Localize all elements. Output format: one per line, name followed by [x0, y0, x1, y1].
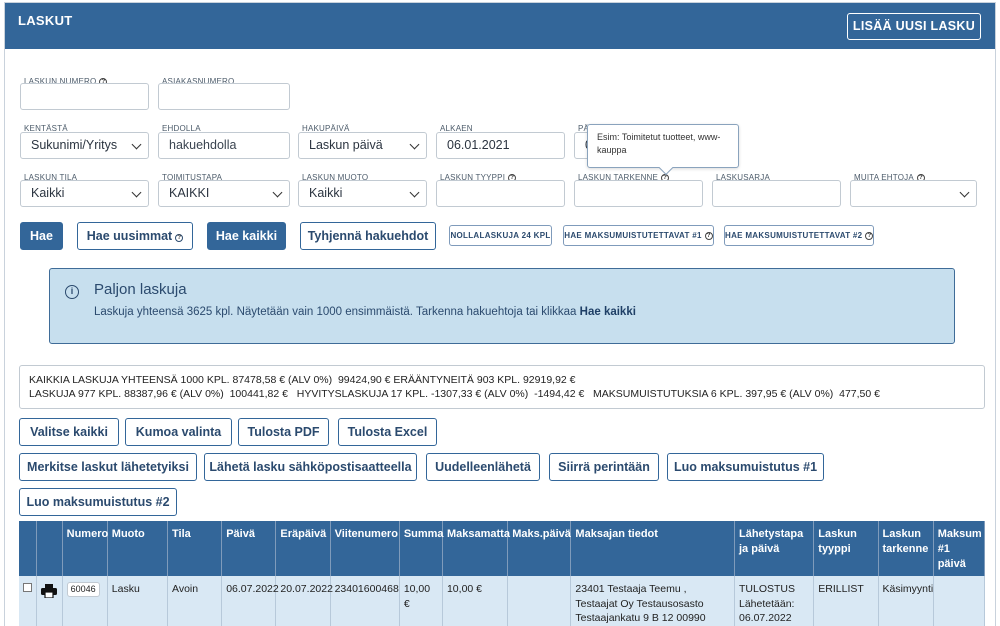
create-reminder1-button[interactable]: Luo maksumuistutus #1: [667, 453, 824, 481]
col-print: [36, 521, 63, 576]
col-makspaiva[interactable]: Maks.päivä: [507, 521, 572, 576]
help-icon: ?: [704, 232, 713, 240]
search-button[interactable]: Hae: [20, 222, 63, 250]
field-select-value: Sukunimi/Yritys: [31, 138, 118, 152]
col-maksajan-tiedot[interactable]: Maksajan tiedot: [570, 521, 735, 576]
other-select[interactable]: [850, 180, 977, 207]
type-input[interactable]: [436, 180, 565, 207]
col-summa[interactable]: Summa: [399, 521, 444, 576]
chevron-down-icon: [959, 187, 970, 198]
col-numero[interactable]: Numero: [62, 521, 108, 576]
col-muoto[interactable]: Muoto: [107, 521, 169, 576]
col-lahetystapa[interactable]: Lähetystapa ja päivä: [734, 521, 815, 576]
move-to-collection-button[interactable]: Siirrä perintään: [549, 453, 659, 481]
print-excel-button[interactable]: Tulosta Excel: [338, 418, 437, 446]
fetch-reminder2-label: HAE MAKSUMUISTUTETTAVAT #2: [725, 231, 863, 240]
row-maksamatta: 10,00 €: [442, 576, 509, 626]
row-paiva: 06.07.2022: [221, 576, 279, 626]
row-tarkenne: Käsimyynti: [878, 576, 934, 626]
page-title: LASKUT: [18, 13, 73, 28]
table-header-row: Numero Muoto Tila Päivä Eräpäivä Viitenu…: [19, 521, 986, 576]
col-laskun-tarkenne[interactable]: Laskun tarkenne: [878, 521, 934, 576]
col-viitenumero[interactable]: Viitenumero: [330, 521, 400, 576]
row-erapaiva: 20.07.2022: [275, 576, 333, 626]
field-select[interactable]: Sukunimi/Yritys: [20, 132, 149, 159]
info-icon: i: [65, 285, 79, 299]
help-icon: ?: [175, 234, 184, 242]
delivery-value: KAIKKI: [169, 186, 210, 200]
invoice-number-field[interactable]: [20, 83, 149, 110]
row-muoto: Lasku: [107, 576, 169, 626]
summary-line-2: LASKUJA 977 KPL. 88387,96 € (ALV 0%) 100…: [29, 388, 880, 400]
chevron-down-icon: [131, 187, 142, 198]
row-checkbox-cell: [19, 576, 37, 626]
alert-title: Paljon laskuja: [94, 281, 187, 298]
col-erapaiva[interactable]: Eräpäivä: [275, 521, 331, 576]
totals-summary: KAIKKIA LASKUJA YHTEENSÄ 1000 KPL. 87478…: [19, 365, 985, 409]
from-date-input[interactable]: 06.01.2021: [436, 132, 565, 159]
table-row[interactable]: 60046 Lasku Avoin 06.07.2022 20.07.2022 …: [19, 576, 986, 626]
add-new-invoice-button[interactable]: LISÄÄ UUSI LASKU: [847, 13, 981, 40]
invoices-panel: LASKUT LISÄÄ UUSI LASKU LASKUN NUMERO? A…: [4, 2, 996, 626]
col-maksum1-paiva[interactable]: Maksum #1 päivä: [933, 521, 986, 576]
row-maksum1: [933, 576, 986, 626]
alert-search-all-link[interactable]: Hae kaikki: [580, 306, 636, 318]
search-date-value: Laskun päivä: [309, 138, 383, 152]
col-laskun-tyyppi[interactable]: Laskun tyyppi: [813, 521, 879, 576]
chevron-down-icon: [131, 139, 142, 150]
zero-invoices-button[interactable]: NOLLALASKUJA 24 KPL: [449, 225, 552, 246]
chevron-down-icon: [409, 187, 420, 198]
alert-text: Laskuja yhteensä 3625 kpl. Näytetään vai…: [94, 306, 636, 318]
help-icon: ?: [865, 232, 874, 240]
col-tila[interactable]: Tila: [167, 521, 223, 576]
panel-header: LASKUT LISÄÄ UUSI LASKU: [5, 3, 995, 49]
row-maksaja: 23401 Testaaja Teemu , Testaajat Oy Test…: [570, 576, 735, 626]
row-print-cell: [36, 576, 63, 626]
series-input[interactable]: [712, 180, 841, 207]
invoice-table: Numero Muoto Tila Päivä Eräpäivä Viitenu…: [19, 521, 986, 626]
fetch-reminder2-button[interactable]: HAE MAKSUMUISTUTETTAVAT #2?: [724, 225, 874, 246]
row-lahetys: TULOSTUS Lähetetään: 06.07.2022: [734, 576, 815, 626]
search-all-button[interactable]: Hae kaikki: [207, 222, 286, 250]
delivery-select[interactable]: KAIKKI: [158, 180, 290, 207]
resend-button[interactable]: Uudelleenlähetä: [426, 453, 540, 481]
clear-filters-button[interactable]: Tyhjennä hakuehdot: [300, 222, 436, 250]
chevron-down-icon: [409, 139, 420, 150]
condition-input[interactable]: hakuehdolla: [158, 132, 290, 159]
invoice-number-link[interactable]: 60046: [66, 582, 100, 597]
spec-input[interactable]: [574, 180, 703, 207]
form-select[interactable]: Kaikki: [298, 180, 427, 207]
col-maksamatta[interactable]: Maksamatta: [442, 521, 510, 576]
chevron-down-icon: [272, 187, 283, 198]
col-paiva[interactable]: Päivä: [221, 521, 277, 576]
mark-sent-button[interactable]: Merkitse laskut lähetetyiksi: [19, 453, 197, 481]
status-value: Kaikki: [31, 186, 65, 200]
summary-line-1: KAIKKIA LASKUJA YHTEENSÄ 1000 KPL. 87478…: [29, 374, 576, 386]
search-latest-button[interactable]: Hae uusimmat?: [77, 222, 193, 250]
row-tyyppi: ERILLIST: [813, 576, 879, 626]
print-pdf-button[interactable]: Tulosta PDF: [238, 418, 329, 446]
create-reminder2-button[interactable]: Luo maksumuistutus #2: [19, 488, 177, 516]
status-select[interactable]: Kaikki: [20, 180, 149, 207]
col-select: [19, 521, 37, 576]
row-numero-cell: 60046: [62, 576, 108, 626]
send-email-button[interactable]: Lähetä lasku sähköpostisaatteella: [204, 453, 417, 481]
form-value: Kaikki: [309, 186, 343, 200]
row-summa: 10,00 €: [399, 576, 443, 626]
search-latest-label: Hae uusimmat: [86, 229, 173, 243]
spec-tooltip: Esim: Toimitetut tuotteet, www-kauppa: [587, 124, 739, 168]
select-all-button[interactable]: Valitse kaikki: [19, 418, 119, 446]
printer-icon[interactable]: [40, 584, 57, 599]
undo-selection-button[interactable]: Kumoa valinta: [125, 418, 232, 446]
fetch-reminder1-label: HAE MAKSUMUISTUTETTAVAT #1: [564, 231, 702, 240]
many-invoices-alert: i Paljon laskuja Laskuja yhteensä 3625 k…: [49, 268, 955, 344]
row-makspaiva: [507, 576, 572, 626]
search-date-select[interactable]: Laskun päivä: [298, 132, 427, 159]
row-checkbox[interactable]: [23, 583, 32, 592]
row-viite: 23401600468: [330, 576, 400, 626]
row-tila: Avoin: [167, 576, 223, 626]
fetch-reminder1-button[interactable]: HAE MAKSUMUISTUTETTAVAT #1?: [563, 225, 714, 246]
customer-number-field[interactable]: [158, 83, 290, 110]
